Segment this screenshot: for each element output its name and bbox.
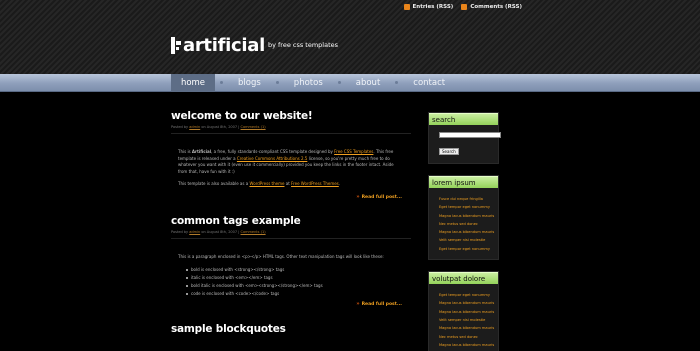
read-more-link[interactable]: » Read full post...	[178, 194, 402, 202]
post: sample blockquotes	[171, 323, 411, 335]
nav-item-photos[interactable]: photos	[284, 74, 341, 92]
search-input[interactable]	[439, 132, 501, 138]
free-wordpress-themes-link[interactable]: Free WordPress Themes	[291, 181, 339, 186]
sidebar-link[interactable]: Velit semper nisi molestie	[439, 316, 488, 324]
post-meta: Posted by admin on August 8th, 2007 | Co…	[171, 230, 266, 234]
arrow-right-icon: »	[356, 301, 360, 307]
nav-item-blogs[interactable]: blogs	[228, 74, 279, 92]
sidebar-link[interactable]: Magna lacus bibendum mauris	[439, 228, 494, 236]
wordpress-theme-link[interactable]: WordPress theme	[249, 181, 284, 186]
rss-icon	[403, 4, 410, 10]
sidebar-link[interactable]: Eget tempor eget nonummy	[439, 291, 490, 299]
main-nav: home blogs photos about contact	[0, 74, 700, 92]
list-item: italic is enclosed with <em></em> tags	[186, 275, 402, 282]
volutpat-dolore-box: volutpat dolore Eget tempor eget nonummy…	[428, 271, 499, 351]
sidebar-link[interactable]: Velit semper nisi molestie	[439, 236, 488, 244]
post-meta: Posted by admin on August 8th, 2007 | Co…	[171, 125, 266, 129]
entries-rss-link[interactable]: Entries (RSS)	[403, 4, 454, 10]
post-comments-link[interactable]: Comments (1)	[241, 230, 266, 234]
tags-list: bold is enclosed with <strong></strong> …	[178, 267, 402, 298]
free-css-templates-link[interactable]: Free CSS Templates	[334, 149, 373, 154]
post: common tags example Posted by admin on A…	[171, 215, 411, 309]
post-body: This is a paragraph enclosed in <p></p> …	[171, 238, 411, 309]
search-box: search Search	[428, 112, 501, 164]
comments-rss-label[interactable]: Comments (RSS)	[470, 4, 522, 10]
sidebar-link[interactable]: Fusce dui neque fringilla	[439, 195, 488, 203]
site-header: Entries (RSS) Comments (RSS) artificial …	[0, 0, 700, 74]
read-more-link[interactable]: » Read full post...	[178, 301, 402, 309]
sidebar-link[interactable]: Eget tempor eget nonummy	[439, 245, 490, 253]
sidebar: search Search lorem ipsum Fusce dui nequ…	[428, 112, 501, 351]
main-content: welcome to our website! Posted by admin …	[171, 110, 411, 349]
rss-icon	[461, 4, 468, 10]
logo-name: artificial	[183, 35, 265, 56]
creative-commons-link[interactable]: Creative Commons Attributions 2.5	[237, 156, 307, 161]
list-item: bold italic is enclosed with <em><strong…	[186, 283, 402, 290]
list-item: code is enclosed with <code></code> tags	[186, 291, 402, 298]
sidebar-link[interactable]: Nec metus sed donec	[439, 220, 488, 228]
sidebar-link[interactable]: Magna lacus bibendum mauris	[439, 341, 494, 349]
site-logo[interactable]: artificial by free css templates	[171, 35, 339, 56]
sidebar-link[interactable]: Magna lacus bibendum mauris	[439, 324, 494, 332]
arrow-right-icon: »	[356, 193, 360, 200]
entries-rss-label[interactable]: Entries (RSS)	[413, 4, 454, 10]
rss-links: Entries (RSS) Comments (RSS)	[403, 4, 522, 10]
comments-rss-link[interactable]: Comments (RSS)	[461, 4, 522, 10]
search-button[interactable]: Search	[439, 148, 459, 155]
post-title[interactable]: welcome to our website!	[171, 110, 411, 122]
post-title[interactable]: common tags example	[171, 215, 411, 227]
sidebar-link[interactable]: Nec metus sed donec	[439, 333, 488, 341]
sidebar-link[interactable]: Eget tempor eget nonummy	[439, 203, 490, 211]
post-author-link[interactable]: admin	[189, 230, 200, 234]
nav-item-contact[interactable]: contact	[403, 74, 455, 92]
lorem-ipsum-box: lorem ipsum Fusce dui neque fringilla Eg…	[428, 175, 499, 261]
search-title: search	[429, 113, 498, 125]
lorem-ipsum-title: lorem ipsum	[429, 176, 498, 188]
logo-mark-icon	[171, 37, 181, 54]
nav-item-about[interactable]: about	[346, 74, 399, 92]
logo-tagline: by free css templates	[267, 41, 339, 49]
post-title[interactable]: sample blockquotes	[171, 323, 411, 335]
sidebar-link[interactable]: Magna lacus bibendum mauris	[439, 308, 494, 316]
post-author-link[interactable]: admin	[189, 125, 200, 129]
post-body: This is Artificial, a free, fully standa…	[171, 133, 411, 201]
post-comments-link[interactable]: Comments (1)	[241, 125, 266, 129]
post: welcome to our website! Posted by admin …	[171, 110, 411, 201]
volutpat-dolore-title: volutpat dolore	[429, 272, 498, 285]
list-item: bold is enclosed with <strong></strong> …	[186, 267, 402, 274]
sidebar-link[interactable]: Magna lacus bibendum mauris	[439, 212, 494, 220]
nav-item-home[interactable]: home	[171, 74, 223, 92]
sidebar-link[interactable]: Magna lacus bibendum mauris	[439, 299, 494, 307]
